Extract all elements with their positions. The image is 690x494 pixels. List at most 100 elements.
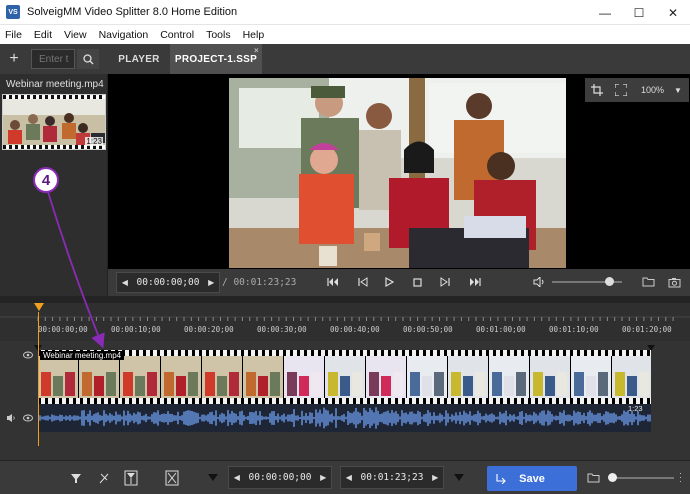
player-controls: ◀ 00:00:00;00 ▶ / 00:01:23;23: [108, 269, 690, 296]
start-timecode[interactable]: ◀ 00:00:00;00 ▶: [228, 466, 332, 489]
thumbnail-figure: [53, 376, 63, 396]
start-time-value[interactable]: 00:00:00;00: [245, 472, 316, 483]
current-time-value[interactable]: 00:00:00;00: [133, 277, 204, 288]
thumbnail-figure: [299, 376, 309, 396]
start-time-next-icon[interactable]: ▶: [315, 468, 331, 487]
thumbnail-figure: [492, 372, 502, 396]
thumbnail-figure: [311, 372, 321, 396]
add-file-button[interactable]: +: [4, 50, 24, 68]
video-track-visibility-icon[interactable]: [23, 351, 33, 359]
tab-close-icon[interactable]: ×: [254, 46, 259, 55]
timeline-ruler[interactable]: [0, 303, 690, 341]
audio-track-visibility-icon[interactable]: [23, 414, 33, 422]
menu-edit[interactable]: Edit: [28, 29, 58, 41]
panel-splitter[interactable]: [0, 296, 690, 303]
end-marker-icon[interactable]: [449, 469, 469, 487]
thumbnail-figure: [627, 376, 637, 396]
thumbnail-figure: [147, 372, 157, 396]
start-time-prev-icon[interactable]: ◀: [229, 468, 245, 487]
thumbnail-figure: [545, 376, 555, 396]
thumbnail-figure: [258, 376, 268, 396]
close-window-button[interactable]: ✕: [656, 0, 690, 25]
thumbnail-figure: [287, 372, 297, 396]
play-icon[interactable]: [382, 275, 396, 289]
ruler-tick-label: 00:00:30;00: [257, 325, 307, 334]
player-tools: 100% ▼: [585, 78, 689, 102]
end-timecode[interactable]: ◀ 00:01:23;23 ▶: [340, 466, 444, 489]
total-duration: / 00:01:23;23: [222, 277, 297, 288]
thumbnail-figure: [381, 376, 391, 396]
zoom-level[interactable]: 100%: [641, 85, 664, 95]
filter-icon[interactable]: [66, 469, 86, 487]
tab-player[interactable]: PLAYER: [108, 44, 170, 74]
save-button[interactable]: Save: [487, 466, 577, 491]
menu-tools[interactable]: Tools: [200, 29, 237, 41]
cut-icon[interactable]: [94, 469, 114, 487]
video-track-name: Webinar meeting.mp4: [40, 351, 125, 360]
media-thumbnail[interactable]: 1:23: [2, 94, 106, 150]
thumbnail-figure: [188, 372, 198, 396]
output-folder-icon[interactable]: [583, 469, 603, 487]
menu-view[interactable]: View: [58, 29, 93, 41]
timecode-next-icon[interactable]: ▶: [203, 273, 219, 292]
menu-bar: File Edit View Navigation Control Tools …: [0, 25, 690, 44]
thumbnail-figure: [328, 372, 338, 396]
playhead-line[interactable]: [38, 312, 39, 446]
marker-icon[interactable]: [121, 469, 141, 487]
delete-segment-icon[interactable]: [162, 469, 182, 487]
menu-control[interactable]: Control: [154, 29, 200, 41]
ruler-tick-label: 00:01:20;00: [622, 325, 672, 334]
video-track[interactable]: [38, 350, 651, 404]
menu-file[interactable]: File: [0, 29, 28, 41]
timeline-zoom-track[interactable]: [612, 477, 674, 479]
more-options-icon[interactable]: · · ·: [679, 469, 682, 486]
end-time-prev-icon[interactable]: ◀: [341, 468, 357, 487]
minimize-button[interactable]: —: [588, 0, 622, 25]
timeline-zoom-handle[interactable]: [608, 473, 617, 482]
prev-keyframe-icon[interactable]: [326, 275, 340, 289]
volume-icon[interactable]: [532, 275, 546, 289]
search-icon[interactable]: [77, 49, 99, 69]
stop-icon[interactable]: [410, 275, 424, 289]
audio-track[interactable]: [38, 404, 651, 432]
search-input[interactable]: [31, 49, 75, 69]
annotation-step-marker: 4: [33, 167, 59, 193]
zoom-dropdown-icon[interactable]: ▼: [674, 86, 682, 95]
start-marker-icon[interactable]: [203, 469, 223, 487]
thumbnail-figure: [393, 372, 403, 396]
menu-navigation[interactable]: Navigation: [93, 29, 155, 41]
thumbnail-figure: [123, 372, 133, 396]
volume-slider-handle[interactable]: [605, 277, 614, 286]
thumbnail-figure: [504, 376, 514, 396]
end-time-next-icon[interactable]: ▶: [427, 468, 443, 487]
next-keyframe-icon[interactable]: [468, 275, 482, 289]
folder-icon[interactable]: [640, 275, 656, 289]
tab-project[interactable]: PROJECT-1.SSP ×: [170, 44, 262, 74]
ruler-tick-label: 00:00:20;00: [184, 325, 234, 334]
timecode-prev-icon[interactable]: ◀: [117, 273, 133, 292]
audio-track-mute-icon[interactable]: [6, 413, 16, 423]
menu-help[interactable]: Help: [237, 29, 271, 41]
thumbnail-figure: [586, 376, 596, 396]
thumbnail-figure: [352, 372, 362, 396]
ruler-tick-label: 00:00:10;00: [111, 325, 161, 334]
ruler-tick-label: 00:00:50;00: [403, 325, 453, 334]
video-frame[interactable]: [229, 78, 566, 268]
thumbnail-figure: [410, 372, 420, 396]
prev-frame-icon[interactable]: [356, 275, 370, 289]
window-title: SolveigMM Video Splitter 8.0 Home Editio…: [27, 6, 238, 18]
end-time-value[interactable]: 00:01:23;23: [357, 472, 428, 483]
next-frame-icon[interactable]: [438, 275, 452, 289]
maximize-button[interactable]: ☐: [622, 0, 656, 25]
fullscreen-icon[interactable]: [609, 78, 633, 102]
thumbnail-figure: [369, 372, 379, 396]
thumbnail-figure: [217, 376, 227, 396]
thumbnail-figure: [434, 372, 444, 396]
snapshot-camera-icon[interactable]: [666, 275, 682, 289]
thumbnail-figure: [598, 372, 608, 396]
playhead-handle[interactable]: [34, 303, 44, 311]
thumbnail-figure: [639, 372, 649, 396]
crop-icon[interactable]: [585, 78, 609, 102]
current-timecode[interactable]: ◀ 00:00:00;00 ▶: [116, 272, 220, 293]
thumbnail-figure: [533, 372, 543, 396]
